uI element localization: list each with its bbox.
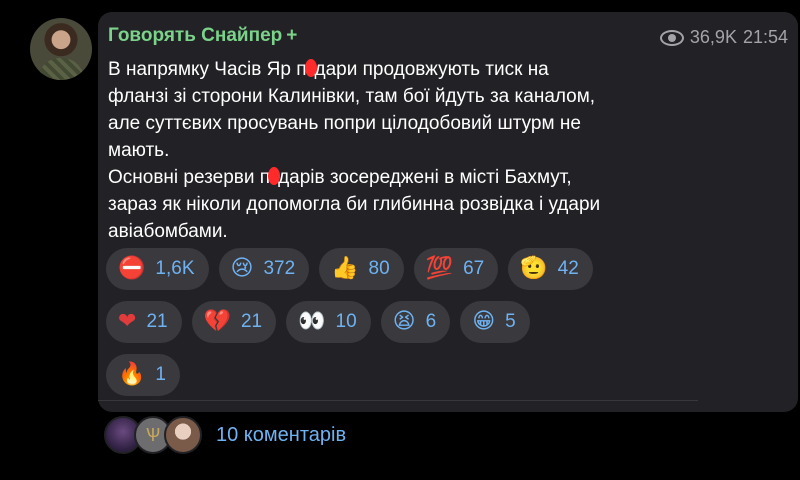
message-line: фланзі зі сторони Калинівки, там бої йду… xyxy=(108,83,668,110)
reactions-panel: ⛔ 1,6K 😢 372 👍 80 💯 67 🫡 42 ❤ 21 💔 21 👀 10 😫 6 😁 5… xyxy=(106,248,666,407)
reaction-count: 21 xyxy=(240,311,263,332)
reaction-count: 5 xyxy=(505,311,516,332)
message-time: 21:54 xyxy=(742,27,788,47)
reaction-count: 80 xyxy=(368,258,390,279)
text-segment: фланзі зі сторони Калинівки, там бої йду… xyxy=(108,86,596,107)
hundred-points-icon: 💯 xyxy=(425,256,454,281)
reaction-eyes[interactable]: 👀 10 xyxy=(286,301,371,343)
fire-icon: 🔥 xyxy=(118,362,146,387)
reaction-broken-heart[interactable]: 💔 21 xyxy=(191,301,277,343)
reaction-thumbs-up[interactable]: 👍 80 xyxy=(319,248,404,290)
no-russia-icon: ⛔ xyxy=(118,256,146,281)
message-line: авіабомбами. xyxy=(108,218,668,245)
reactions-row: ⛔ 1,6K 😢 372 👍 80 💯 67 🫡 42 xyxy=(106,248,666,290)
commenter-avatar xyxy=(164,416,202,454)
views-icon xyxy=(659,29,684,46)
text-segment: Основні резерви п xyxy=(108,167,271,188)
crying-face-icon: 😢 xyxy=(230,256,254,281)
reaction-grinning[interactable]: 😁 5 xyxy=(460,301,530,343)
reaction-count: 10 xyxy=(335,311,357,332)
reactions-row: 🔥 1 xyxy=(106,354,666,396)
message-line: В напрямку Часів Яр п дари продовжують ти… xyxy=(108,56,668,83)
reaction-count: 1 xyxy=(155,364,166,385)
reaction-salute[interactable]: 🫡 42 xyxy=(508,248,593,290)
message-line: мають. xyxy=(108,137,668,164)
reaction-count: 6 xyxy=(425,311,437,332)
reaction-exploding[interactable]: 😫 6 xyxy=(380,301,451,343)
reactions-row: ❤ 21 💔 21 👀 10 😫 6 😁 5 xyxy=(106,301,666,343)
exploding-face-icon: 😫 xyxy=(392,309,416,334)
text-segment: дарів зосереджені в місті Бахмут, xyxy=(278,167,572,188)
reaction-count: 67 xyxy=(463,258,485,279)
reaction-heart[interactable]: ❤ 21 xyxy=(106,301,182,343)
comments-link[interactable]: Ѱ 10 коментарів xyxy=(104,416,346,454)
reaction-crying[interactable]: 😢 372 xyxy=(218,248,310,290)
message-meta: 36,9K 21:54 xyxy=(659,27,788,48)
text-segment: дари продовжують тиск на xyxy=(314,59,549,80)
comments-label: 10 коментарів xyxy=(216,423,347,446)
text-segment: мають. xyxy=(108,140,170,161)
text-segment: зараз як ніколи допомогла би глибинна ро… xyxy=(108,194,601,215)
reaction-count: 372 xyxy=(263,258,296,279)
badge-icon: + xyxy=(286,25,298,46)
divider xyxy=(98,400,698,401)
text-segment: але суттєвих просувань попри цілодобовий… xyxy=(108,113,581,134)
channel-name[interactable]: Говорять Снайпер + xyxy=(108,25,297,47)
red-heart-icon: ❤ xyxy=(118,309,137,334)
channel-avatar[interactable] xyxy=(30,18,92,80)
reaction-count: 21 xyxy=(146,311,168,332)
reaction-fire[interactable]: 🔥 1 xyxy=(106,354,180,396)
grinning-face-icon: 😁 xyxy=(472,309,496,334)
message-line: зараз як ніколи допомогла би глибинна ро… xyxy=(108,191,668,218)
broken-heart-icon: 💔 xyxy=(203,309,231,334)
text-segment: В напрямку Часів Яр п xyxy=(108,59,307,80)
channel-name-text: Говорять Снайпер xyxy=(108,25,283,46)
reaction-count: 1,6K xyxy=(155,258,195,279)
reaction-count: 42 xyxy=(557,258,579,279)
message-text: В напрямку Часів Яр п дари продовжують ти… xyxy=(108,56,668,245)
trident-icon: Ѱ xyxy=(145,424,161,445)
salute-hand-icon: 🫡 xyxy=(520,256,548,281)
reaction-no-russia[interactable]: ⛔ 1,6K xyxy=(106,248,209,290)
avatar-image xyxy=(38,58,84,80)
message-line: але суттєвих просувань попри цілодобовий… xyxy=(108,110,668,137)
views-count: 36,9K xyxy=(689,27,737,47)
text-segment: авіабомбами. xyxy=(108,221,228,242)
message-line: Основні резерви п дарів зосереджені в міс… xyxy=(108,164,668,191)
reaction-hundred[interactable]: 💯 67 xyxy=(413,248,499,290)
thumbs-up-icon: 👍 xyxy=(331,256,359,281)
eyes-icon: 👀 xyxy=(298,309,326,334)
